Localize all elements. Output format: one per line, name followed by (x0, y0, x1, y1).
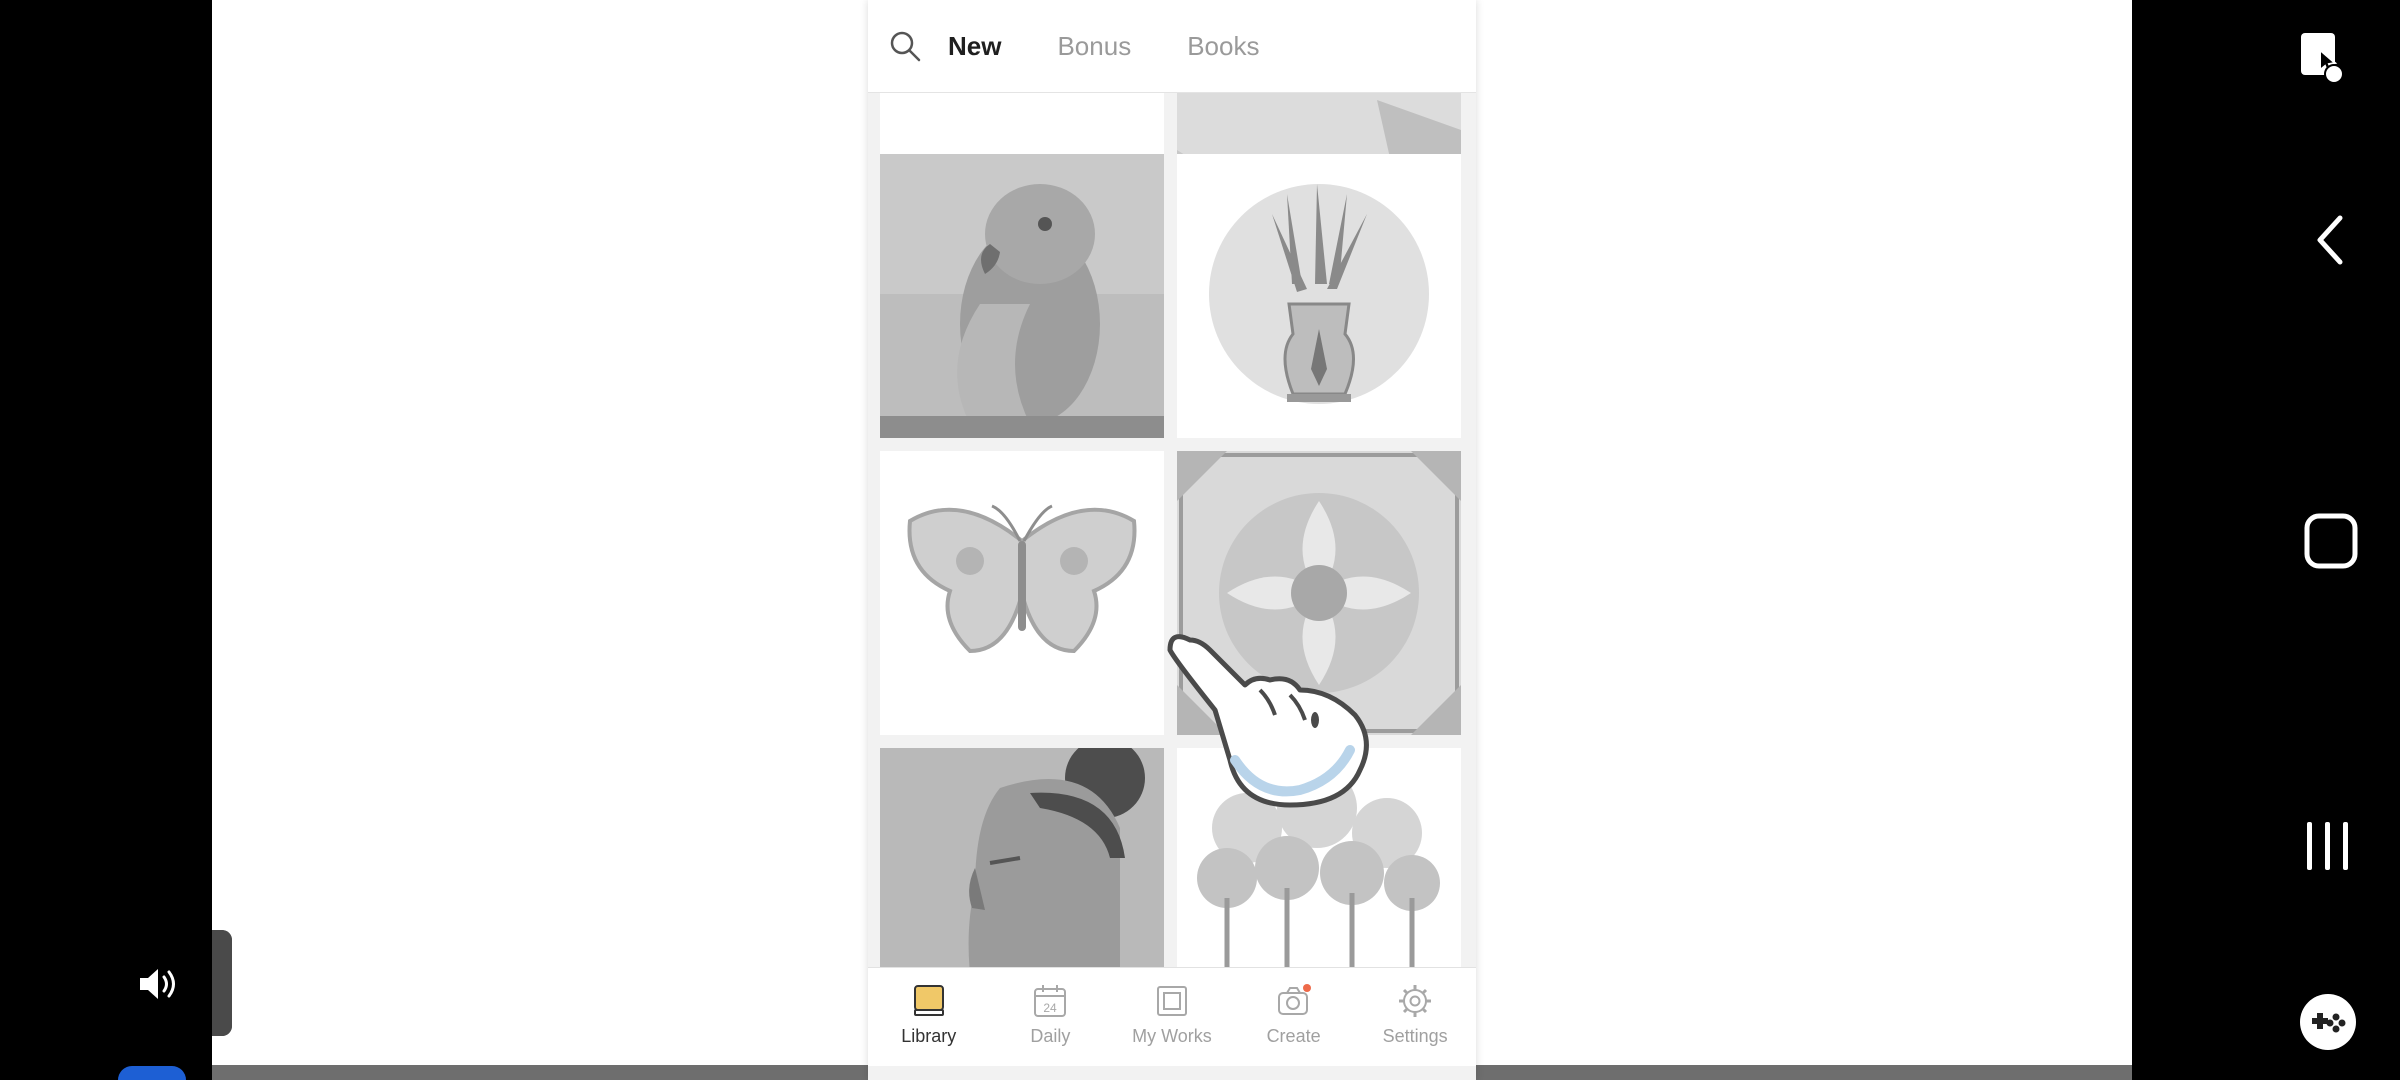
speaker-icon (140, 969, 175, 999)
nav-create[interactable]: Create (1233, 968, 1355, 1066)
nav-library[interactable]: Library (868, 968, 990, 1066)
screen-touch-icon[interactable] (2298, 30, 2344, 88)
tab-books[interactable]: Books (1187, 31, 1259, 62)
nav-create-label: Create (1266, 1026, 1321, 1046)
artwork-tile-flowers-in-vase[interactable] (1177, 154, 1461, 438)
frame-icon (1156, 986, 1187, 1016)
left-black-bar (0, 0, 212, 1080)
nav-daily[interactable]: 24 Daily (990, 968, 1112, 1066)
bottom-navigation: Library 24 Daily My Works Create Setting… (868, 967, 1476, 1066)
system-nav-bar (2132, 0, 2400, 1080)
home-icon[interactable] (2303, 512, 2359, 570)
tutorial-hand-pointer-icon (1167, 634, 1369, 808)
volume-panel-edge (212, 930, 232, 1036)
game-tools-icon[interactable] (2298, 992, 2358, 1052)
volume-control[interactable] (0, 930, 230, 1036)
tab-new[interactable]: New (948, 31, 1001, 62)
back-icon[interactable] (2310, 210, 2350, 270)
top-bar: New Bonus Books (868, 0, 1476, 93)
artwork-tile-butterfly[interactable] (880, 451, 1164, 735)
nav-library-label: Library (901, 1026, 957, 1046)
nav-daily-label: Daily (1030, 1026, 1071, 1046)
recents-icon[interactable] (2302, 818, 2354, 874)
artwork-tile-woman-portrait[interactable] (880, 748, 1164, 967)
camera-icon (1277, 984, 1311, 1015)
app-screen: New Bonus Books Library 24 Daily My Work… (868, 0, 1476, 1080)
progress-indicator (118, 1066, 186, 1080)
nav-my-works-label: My Works (1132, 1026, 1212, 1046)
calendar-icon: 24 (1034, 985, 1067, 1017)
nav-my-works[interactable]: My Works (1111, 968, 1233, 1066)
search-icon[interactable] (888, 29, 922, 63)
calendar-day-text: 24 (1044, 1001, 1058, 1015)
artwork-grid (868, 92, 1476, 967)
notification-dot (1302, 984, 1311, 992)
tab-bonus[interactable]: Bonus (1057, 31, 1131, 62)
artwork-tile-parrot[interactable] (880, 154, 1164, 438)
library-icon (913, 985, 944, 1016)
nav-settings[interactable]: Settings (1354, 968, 1476, 1066)
gear-icon (1399, 985, 1432, 1017)
nav-settings-label: Settings (1382, 1026, 1448, 1046)
